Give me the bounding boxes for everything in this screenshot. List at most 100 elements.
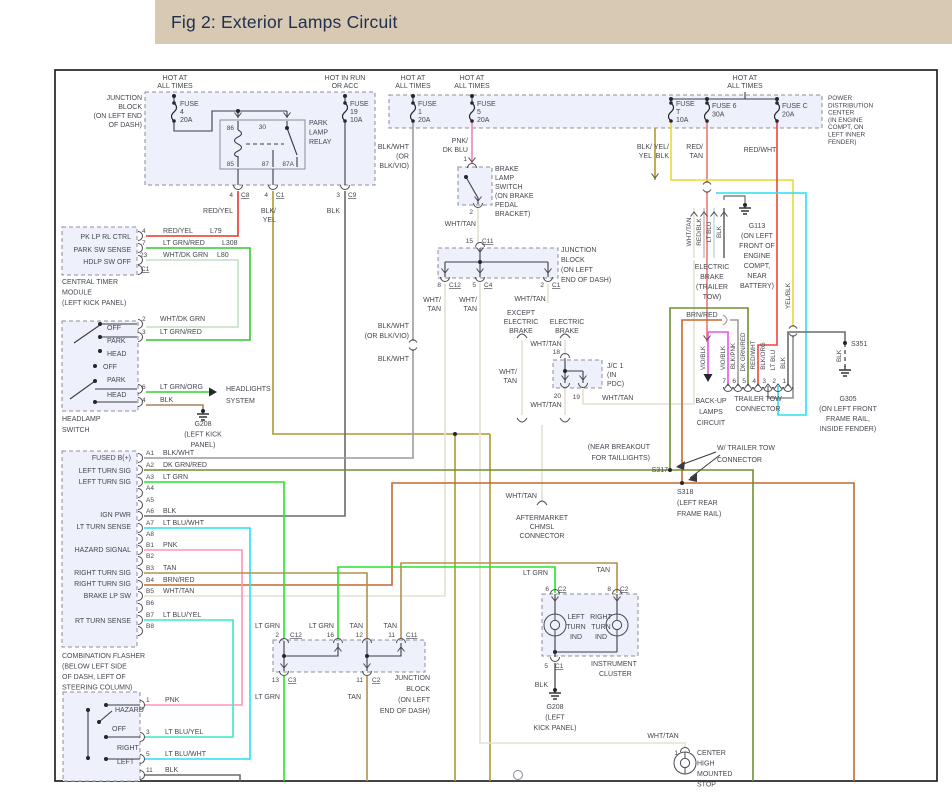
pin-connector (137, 488, 143, 498)
diagram-label: WHT/DK GRN (160, 316, 205, 323)
diagram-label: 7 (142, 240, 146, 247)
bulb-icon (679, 757, 691, 769)
fuse-terminal (172, 101, 176, 105)
direction-arrow (703, 374, 713, 382)
diagram-label: 3 (146, 729, 150, 736)
diagram-label: A4 (146, 485, 154, 492)
junction-dot (97, 720, 101, 724)
diagram-label: HOT AT ALL TIMES (727, 75, 763, 90)
pin-connector (139, 770, 145, 780)
instrument-cluster (541, 593, 639, 657)
pin-connector (137, 545, 143, 555)
diagram-label: CENTER HIGH MOUNTED STOP (697, 750, 732, 789)
diagram-label: 1 (463, 156, 467, 163)
diagram-label: LT GRN (523, 570, 548, 577)
diagram-label: C4 (484, 282, 493, 289)
diagram-label: A7 (146, 520, 154, 527)
diagram-label: LEFT (117, 759, 135, 766)
junction-dot (553, 650, 557, 654)
wire-cyan (144, 527, 251, 760)
diagram-label: HOT IN RUN OR ACC (325, 75, 366, 90)
pin-connector (137, 568, 143, 578)
diagram-label: DK GRN/RED (163, 462, 207, 469)
diagram-label: LT BLU/YEL (165, 729, 203, 736)
fuse-terminal (775, 119, 779, 123)
diagram-label: W/ TRAILER TOW CONNECTOR (717, 445, 775, 464)
inline-connector (788, 325, 798, 337)
diagram-label: 85 (227, 161, 235, 168)
diagram-label: C1 (141, 266, 150, 273)
pin-connector (137, 580, 143, 590)
diagram-label: S317 (652, 467, 668, 474)
diagram-label: A3 (146, 474, 154, 481)
diagram-label: 87 (262, 161, 270, 168)
diagram-label: A8 (146, 531, 154, 538)
diagram-label: WHT/TAN (423, 297, 441, 313)
diagram-label: A1 (146, 450, 154, 457)
diagram-label: VIO/BLK (700, 345, 707, 370)
diagram-label: G113 (ON LEFT FRONT OF ENGINE COMPT, NEAR BATT… (739, 223, 775, 290)
pin-connector (139, 732, 145, 742)
pin-connector (137, 591, 143, 601)
diagram-label: BLK/WHT (OR BLK/VIO) (365, 323, 410, 340)
diagram-label: EXCEPT ELECTRIC BRAKE (504, 310, 539, 335)
wire-whttan (479, 283, 686, 748)
diagram-label: RED/WHT (744, 147, 777, 154)
diagram-label: BLK/WHT (OR BLK/VIO) (378, 144, 410, 170)
diagram-label: ELECTRIC BRAKE (TRAILER TOW) (695, 264, 730, 301)
diagram-label: WHT/TAN (686, 217, 693, 246)
diagram-label: DK GRN/RED (740, 332, 747, 371)
fuse-terminal (669, 119, 673, 123)
pin-connector (340, 184, 350, 190)
pin-connector (137, 626, 143, 636)
diagram-label: 4 (142, 397, 146, 404)
diagram-label: C8 (241, 192, 250, 199)
pin-connector (550, 656, 560, 662)
diagram-label: HEADLAMP SWITCH (62, 416, 101, 434)
diagram-label: 4 (752, 378, 756, 385)
diagram-label: YEL/BLK (654, 144, 670, 160)
junction-dot (453, 432, 457, 436)
diagram-label: B2 (146, 553, 154, 560)
diagram-label: LT GRN/RED (160, 329, 202, 336)
junction-dot (705, 97, 709, 101)
diagram-label: BRAKE LAMP SWITCH (ON BRAKE PEDAL BRACKET) (495, 166, 534, 218)
diagram-label: TAN (350, 623, 363, 630)
diagram-label: 5 (742, 378, 746, 385)
diagram-label: INSTRUMENT (591, 661, 638, 668)
diagram-label: C3 (288, 677, 297, 684)
diagram-label: BRAKE LP SW (84, 593, 132, 600)
junction-dot (98, 322, 102, 326)
diagram-label: 11 (146, 767, 153, 774)
diagram-label: 2 (469, 209, 473, 216)
diagram-label: IGN PWR (100, 512, 131, 519)
pin-connector (137, 556, 143, 566)
junction-dot (464, 175, 468, 179)
diagram-label: RED/YEL (203, 208, 233, 215)
diagram-label: FUSED B(+) (92, 455, 131, 462)
diagram-label: WHT/TAN (445, 221, 476, 228)
diagram-label: HEADLIGHTS SYSTEM (226, 386, 271, 405)
diagram-label: G305 (ON LEFT FRONT FRAME RAIL, INSIDE FEND… (819, 396, 878, 433)
junction-dot (93, 400, 97, 404)
diagram-label: 5 (146, 751, 150, 758)
fuse-terminal (470, 101, 474, 105)
diagram-label: C1 (552, 282, 561, 289)
wire-blk2 (144, 774, 241, 781)
diagram-label: G208 (LEFT KICK PANEL) (184, 421, 222, 449)
diagram-label: WHT/TAN (530, 402, 561, 409)
diagram-label: 6 (545, 586, 549, 593)
diagram-label: LT GRN (255, 623, 280, 630)
component-detail (722, 314, 728, 326)
pin-connector (268, 184, 278, 190)
diagram-label: L308 (222, 240, 238, 247)
pin-connector (137, 453, 143, 463)
connector-circle (513, 770, 523, 780)
diagram-label: C12 (449, 282, 461, 289)
junction-dot (86, 708, 90, 712)
diagram-label: 5 (544, 663, 548, 670)
junction-dot (843, 341, 847, 345)
diagram-label: WHT/TAN (602, 395, 633, 402)
inline-connector (702, 181, 712, 193)
diagram-label: 86 (227, 125, 235, 132)
